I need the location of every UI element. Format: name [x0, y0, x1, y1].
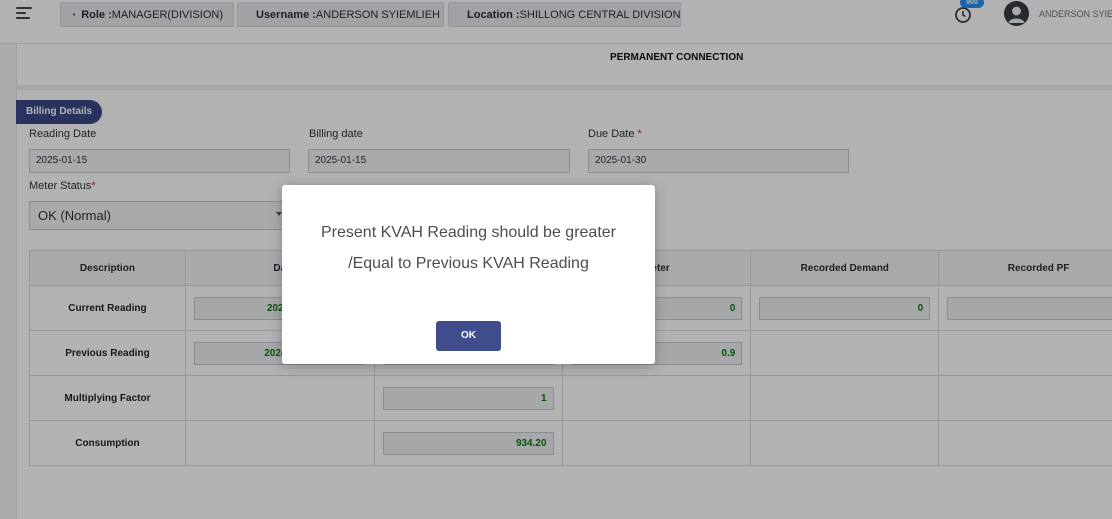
ok-button[interactable]: OK — [436, 321, 501, 351]
alert-message-line1: Present KVAH Reading should be greater — [321, 224, 616, 241]
alert-dialog: Present KVAH Reading should be greater /… — [282, 185, 655, 364]
alert-message-line2: /Equal to Previous KVAH Reading — [348, 255, 589, 272]
